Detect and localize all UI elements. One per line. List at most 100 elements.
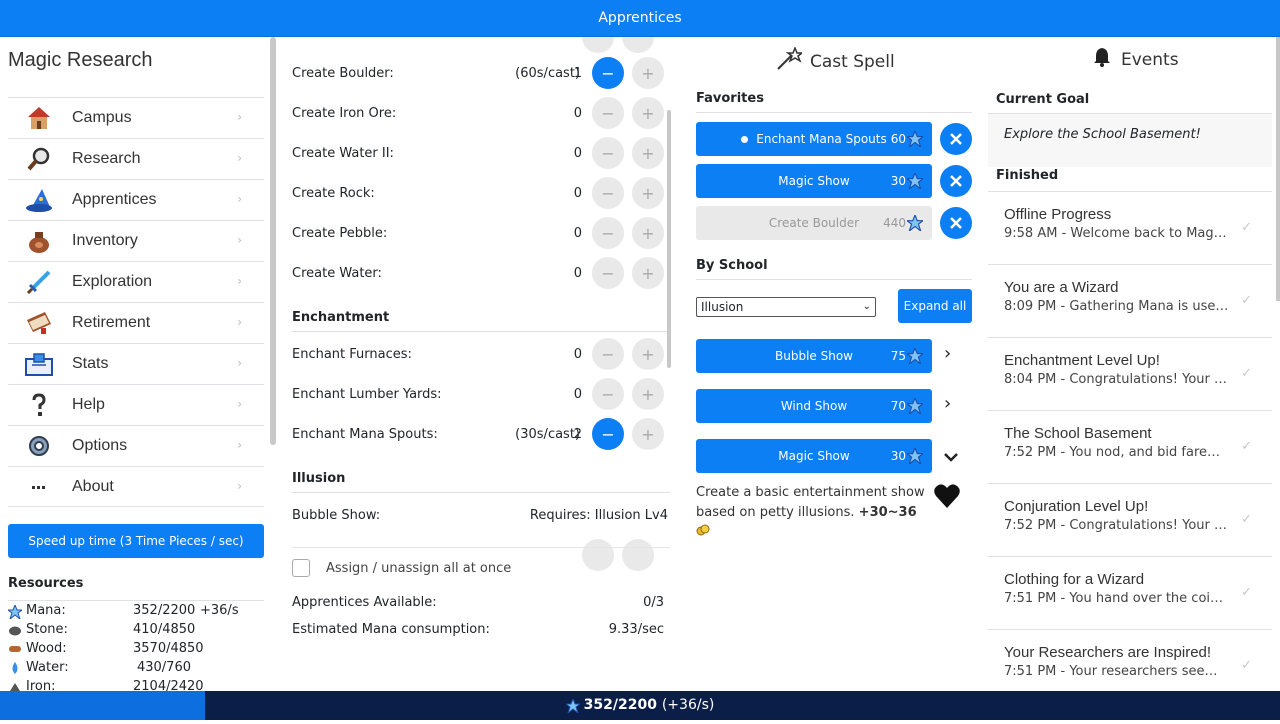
school-spell-button[interactable]: Bubble Show 75 <box>696 339 932 373</box>
sidebar-scrollbar[interactable] <box>270 37 276 445</box>
chevron-right-icon: › <box>237 233 242 247</box>
sidebar-item-stats[interactable]: Stats › <box>8 343 264 384</box>
plus-button[interactable]: + <box>632 217 664 249</box>
plus-button[interactable]: + <box>632 338 664 370</box>
event-title: Conjuration Level Up! <box>1004 498 1149 515</box>
mana-consumption-value: 9.33/sec <box>608 622 664 637</box>
spell-row: Create Boulder: (60s/cast) 1− + <box>292 57 672 89</box>
resources-title: Resources <box>8 576 84 591</box>
wood-icon <box>8 643 22 655</box>
spell-row: Enchant Mana Spouts: (30s/cast) 2− + <box>292 418 672 450</box>
event-item[interactable]: Conjuration Level Up! 7:52 PM - Congratul… <box>988 483 1272 556</box>
chevron-right-icon[interactable]: › <box>944 343 951 364</box>
minus-button[interactable]: − <box>592 57 624 89</box>
sidebar-item-inventory[interactable]: Inventory › <box>8 220 264 261</box>
expand-all-button[interactable]: Expand all <box>898 289 972 323</box>
sidebar-item-exploration[interactable]: Exploration › <box>8 261 264 302</box>
mana-star-icon <box>905 396 925 417</box>
mana-star-icon <box>565 698 580 713</box>
remove-favorite-button[interactable] <box>940 123 972 155</box>
check-icon: ✓ <box>1241 293 1252 308</box>
minus-button[interactable]: − <box>592 217 624 249</box>
event-item[interactable]: Clothing for a Wizard 7:51 PM - You hand … <box>988 556 1272 629</box>
assign-all-checkbox[interactable]: Assign / unassign all at once <box>292 559 511 577</box>
school-spell-button[interactable]: Wind Show 70 <box>696 389 932 423</box>
event-subtitle: 9:58 AM - Welcome back to Magic... <box>1004 226 1230 241</box>
event-title: You are a Wizard <box>1004 279 1119 296</box>
plus-button[interactable]: + <box>632 137 664 169</box>
plus-button[interactable]: + <box>632 57 664 89</box>
minus-button[interactable] <box>582 539 614 571</box>
plus-button[interactable]: + <box>632 97 664 129</box>
event-subtitle: 7:51 PM - Your researchers seem t... <box>1004 664 1230 679</box>
plus-button[interactable]: + <box>632 257 664 289</box>
event-item[interactable]: Your Researchers are Inspired! 7:51 PM - … <box>988 629 1272 691</box>
event-title: Clothing for a Wizard <box>1004 571 1145 588</box>
spell-name: Magic Show <box>778 449 850 463</box>
spell-count: 0 <box>573 386 582 402</box>
heart-icon[interactable] <box>933 483 961 513</box>
app-title: Magic Research <box>8 49 153 71</box>
book-icon <box>24 308 54 338</box>
sidebar-item-about[interactable]: About › <box>8 466 264 507</box>
minus-button[interactable]: − <box>592 137 624 169</box>
favorites-heading: Favorites <box>696 91 972 113</box>
checkbox[interactable] <box>292 559 310 577</box>
minus-button[interactable]: − <box>592 418 624 450</box>
spell-name: Create Pebble: <box>292 225 388 241</box>
sidebar-item-apprentices[interactable]: Apprentices › <box>8 179 264 220</box>
plus-button[interactable]: + <box>632 378 664 410</box>
dots-icon <box>24 472 54 502</box>
event-subtitle: 8:09 PM - Gathering Mana is usefu... <box>1004 299 1230 314</box>
spell-name: Enchant Furnaces: <box>292 346 412 362</box>
event-item[interactable]: The School Basement 7:52 PM - You nod, an… <box>988 410 1272 483</box>
check-icon: ✓ <box>1241 658 1252 673</box>
plus-button[interactable]: + <box>632 418 664 450</box>
event-subtitle: 8:04 PM - Congratulations! Your E... <box>1004 372 1230 387</box>
remove-favorite-button[interactable] <box>940 207 972 239</box>
school-spell-button[interactable]: Magic Show 30 <box>696 439 932 473</box>
sidebar-item-options[interactable]: Options › <box>8 425 264 466</box>
minus-button[interactable]: − <box>592 338 624 370</box>
speed-up-time-button[interactable]: Speed up time (3 Time Pieces / sec) <box>8 524 264 558</box>
chevron-down-icon[interactable] <box>943 446 959 467</box>
favorite-spell-button-disabled[interactable]: Create Boulder 440 <box>696 206 932 240</box>
apprentice-panel: Create Boulder: (60s/cast) 1− + Create Iron… <box>282 37 672 691</box>
spell-name: Magic Show <box>778 174 850 188</box>
event-item[interactable]: You are a Wizard 8:09 PM - Gathering Mana… <box>988 264 1272 337</box>
resource-name: Stone: <box>26 622 68 637</box>
spell-name: Create Boulder <box>768 216 860 230</box>
spell-cost: 75 <box>890 349 906 363</box>
school-select[interactable]: Illusion ⌄ <box>696 297 876 317</box>
minus-button[interactable]: − <box>592 177 624 209</box>
by-school-heading: By School <box>696 258 972 280</box>
minus-button[interactable] <box>582 37 614 53</box>
events-scrollbar[interactable] <box>1276 37 1280 301</box>
plus-button[interactable]: + <box>632 177 664 209</box>
apprentice-panel-scrollbar[interactable] <box>667 110 671 368</box>
chevron-right-icon: › <box>237 151 242 165</box>
mana-star-icon <box>905 129 925 150</box>
apprentices-available-label: Apprentices Available: <box>292 595 437 610</box>
plus-button[interactable] <box>622 37 654 53</box>
sidebar-item-help[interactable]: Help › <box>8 384 264 425</box>
spell-name: Create Water II: <box>292 145 394 161</box>
event-item[interactable]: Enchantment Level Up! 8:04 PM - Congratul… <box>988 337 1272 410</box>
sword-icon <box>24 267 54 297</box>
sidebar-item-research[interactable]: Research › <box>8 138 264 179</box>
minus-button[interactable]: − <box>592 97 624 129</box>
chevron-right-icon: › <box>237 438 242 452</box>
minus-button[interactable]: − <box>592 257 624 289</box>
remove-favorite-button[interactable] <box>940 165 972 197</box>
minus-button[interactable]: − <box>592 378 624 410</box>
sidebar-item-campus[interactable]: Campus › <box>8 97 264 138</box>
favorite-spell-button[interactable]: Magic Show 30 <box>696 164 932 198</box>
sidebar-item-label: Apprentices <box>72 191 157 208</box>
sidebar-item-label: Help <box>72 396 105 413</box>
chevron-right-icon: › <box>237 397 242 411</box>
favorite-spell-button[interactable]: Enchant Mana Spouts 60 <box>696 122 932 156</box>
sidebar-item-retirement[interactable]: Retirement › <box>8 302 264 343</box>
chevron-right-icon[interactable]: › <box>944 393 951 414</box>
plus-button[interactable] <box>622 539 654 571</box>
event-item[interactable]: Offline Progress 9:58 AM - Welcome back t… <box>988 191 1272 264</box>
